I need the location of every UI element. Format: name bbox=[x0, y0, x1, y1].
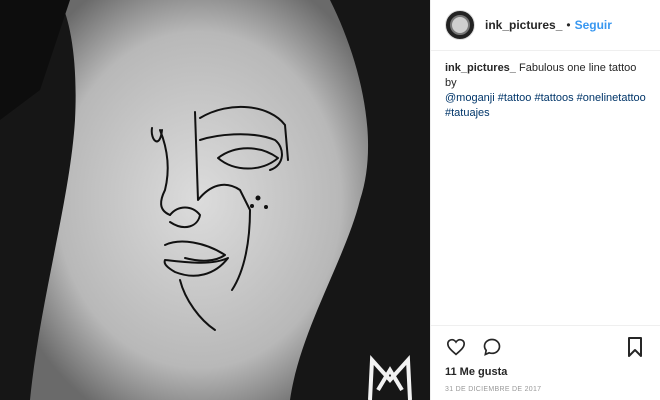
hashtag-link[interactable]: #tattoos bbox=[534, 92, 573, 104]
bookmark-icon[interactable] bbox=[624, 336, 646, 358]
avatar[interactable] bbox=[445, 10, 475, 40]
avatar-image-icon bbox=[450, 15, 470, 35]
hashtag-link[interactable]: #onelinetattoo bbox=[577, 92, 646, 104]
follow-button[interactable]: Seguir bbox=[575, 18, 612, 32]
caption: ink_pictures_ Fabulous one line tattoo b… bbox=[431, 51, 660, 121]
like-count[interactable]: 11 Me gusta bbox=[445, 366, 646, 378]
tattoo-photo bbox=[0, 0, 430, 400]
caption-username[interactable]: ink_pictures_ bbox=[445, 62, 516, 74]
instagram-post: ink_pictures_ • Seguir ink_pictures_ Fab… bbox=[0, 0, 660, 400]
username-link[interactable]: ink_pictures_ bbox=[485, 18, 562, 32]
heart-icon[interactable] bbox=[445, 336, 467, 358]
hashtag-link[interactable]: #tattoo bbox=[498, 92, 532, 104]
post-sidebar: ink_pictures_ • Seguir ink_pictures_ Fab… bbox=[430, 0, 660, 400]
separator-dot: • bbox=[566, 18, 571, 32]
hashtag-link[interactable]: #tatuajes bbox=[445, 107, 490, 119]
post-image[interactable] bbox=[0, 0, 430, 400]
post-date: 31 DE DICIEMBRE DE 2017 bbox=[445, 386, 542, 393]
post-header: ink_pictures_ • Seguir bbox=[431, 0, 660, 51]
action-bar: 11 Me gusta 31 DE DICIEMBRE DE 2017 bbox=[431, 325, 660, 393]
comment-icon[interactable] bbox=[481, 336, 503, 358]
caption-mention[interactable]: @moganji bbox=[445, 92, 495, 104]
